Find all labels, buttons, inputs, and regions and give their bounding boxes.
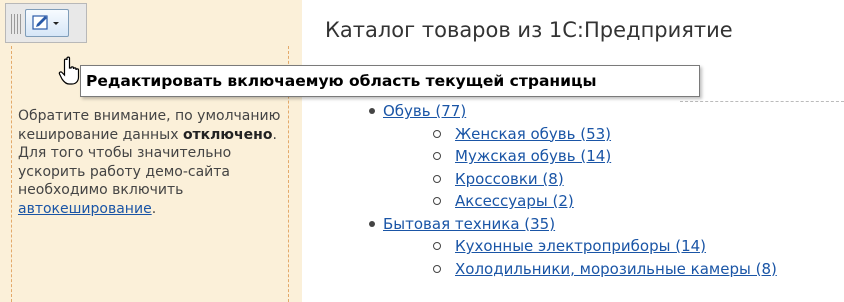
- page-title: Каталог товаров из 1С:Предприятие: [325, 18, 733, 42]
- caching-notice: Обратите внимание, по умолчанию кеширова…: [18, 107, 288, 218]
- bullet-icon: [369, 108, 375, 114]
- catalog-section: Бытовая техника (35): [365, 213, 843, 236]
- circle-bullet-icon: [433, 197, 441, 205]
- edit-tooltip: Редактировать включаемую область текущей…: [80, 65, 700, 97]
- chevron-down-icon: [53, 22, 59, 25]
- catalog-subsection: Кроссовки (8): [365, 168, 843, 191]
- catalog-link-kitchen-appliances[interactable]: Кухонные электроприборы (14): [455, 237, 706, 255]
- hand-cursor-icon: [58, 56, 80, 85]
- edit-include-area-button[interactable]: [25, 9, 69, 37]
- catalog-link-appliances[interactable]: Бытовая техника (35): [383, 215, 555, 233]
- catalog-section: Обувь (77): [365, 100, 843, 123]
- drag-handle-icon[interactable]: [11, 14, 21, 34]
- catalog-link-womens-shoes[interactable]: Женская обувь (53): [455, 125, 611, 143]
- notice-bold-text: отключено: [182, 126, 273, 143]
- catalog-subsection: Холодильники, морозильные камеры (8): [365, 258, 843, 281]
- circle-bullet-icon: [433, 129, 441, 138]
- circle-bullet-icon: [433, 152, 441, 160]
- circle-bullet-icon: [433, 174, 441, 183]
- sidebar: Обратите внимание, по умолчанию кеширова…: [0, 0, 302, 302]
- catalog-subsection: Мужская обувь (14): [365, 145, 843, 168]
- catalog-subsection: Кухонные электроприборы (14): [365, 235, 843, 258]
- catalog-subsection: Женская обувь (53): [365, 123, 843, 146]
- edit-toolbar: [5, 3, 87, 43]
- catalog-link-footwear[interactable]: Обувь (77): [383, 102, 466, 120]
- catalog-list: Обувь (77) Женская обувь (53) Мужская об…: [365, 100, 843, 280]
- pencil-icon: [32, 15, 59, 30]
- circle-bullet-icon: [433, 264, 441, 273]
- circle-bullet-icon: [433, 242, 441, 250]
- catalog-subsection: Аксессуары (2): [365, 190, 843, 213]
- catalog-link-mens-shoes[interactable]: Мужская обувь (14): [455, 147, 611, 165]
- catalog-link-sneakers[interactable]: Кроссовки (8): [455, 170, 564, 188]
- notice-text-end: .: [151, 200, 157, 217]
- catalog-link-accessories[interactable]: Аксессуары (2): [455, 192, 574, 210]
- bullet-icon: [369, 220, 375, 227]
- autocaching-link[interactable]: автокеширование: [18, 201, 152, 217]
- catalog-link-refrigerators[interactable]: Холодильники, морозильные камеры (8): [455, 260, 777, 278]
